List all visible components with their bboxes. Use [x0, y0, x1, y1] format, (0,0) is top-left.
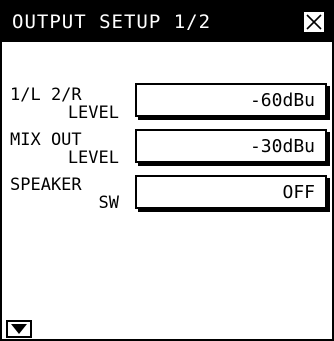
label-line-1: MIX OUT: [10, 130, 82, 150]
window-title: OUTPUT SETUP 1/2: [12, 11, 212, 33]
label-line-2: LEVEL: [67, 148, 119, 168]
speaker-sw-label: SPEAKER SW: [10, 176, 125, 212]
close-button[interactable]: [302, 10, 326, 34]
mix-out-level-label: MIX OUT LEVEL: [10, 131, 125, 167]
scroll-down-button[interactable]: [6, 320, 32, 338]
label-line-1: SPEAKER: [10, 175, 82, 195]
level-1l-2r-field[interactable]: -60dBu: [135, 83, 327, 117]
mix-out-level-field[interactable]: -30dBu: [135, 129, 327, 163]
output-setup-window: OUTPUT SETUP 1/2 1/L 2/R LEVEL -60dBu MI…: [0, 0, 334, 341]
level-1l-2r-label: 1/L 2/R LEVEL: [10, 86, 125, 122]
title-bar: OUTPUT SETUP 1/2: [2, 2, 332, 42]
speaker-sw-field[interactable]: OFF: [135, 175, 327, 209]
level-1l-2r-value: -60dBu: [249, 90, 315, 111]
speaker-sw-value: OFF: [282, 182, 315, 203]
triangle-down-icon: [11, 324, 27, 334]
mix-out-level-value: -30dBu: [249, 136, 315, 157]
label-line-2: LEVEL: [67, 103, 119, 123]
label-line-1: 1/L 2/R: [10, 85, 82, 105]
close-x-icon: [306, 14, 322, 30]
label-line-2: SW: [98, 193, 119, 213]
